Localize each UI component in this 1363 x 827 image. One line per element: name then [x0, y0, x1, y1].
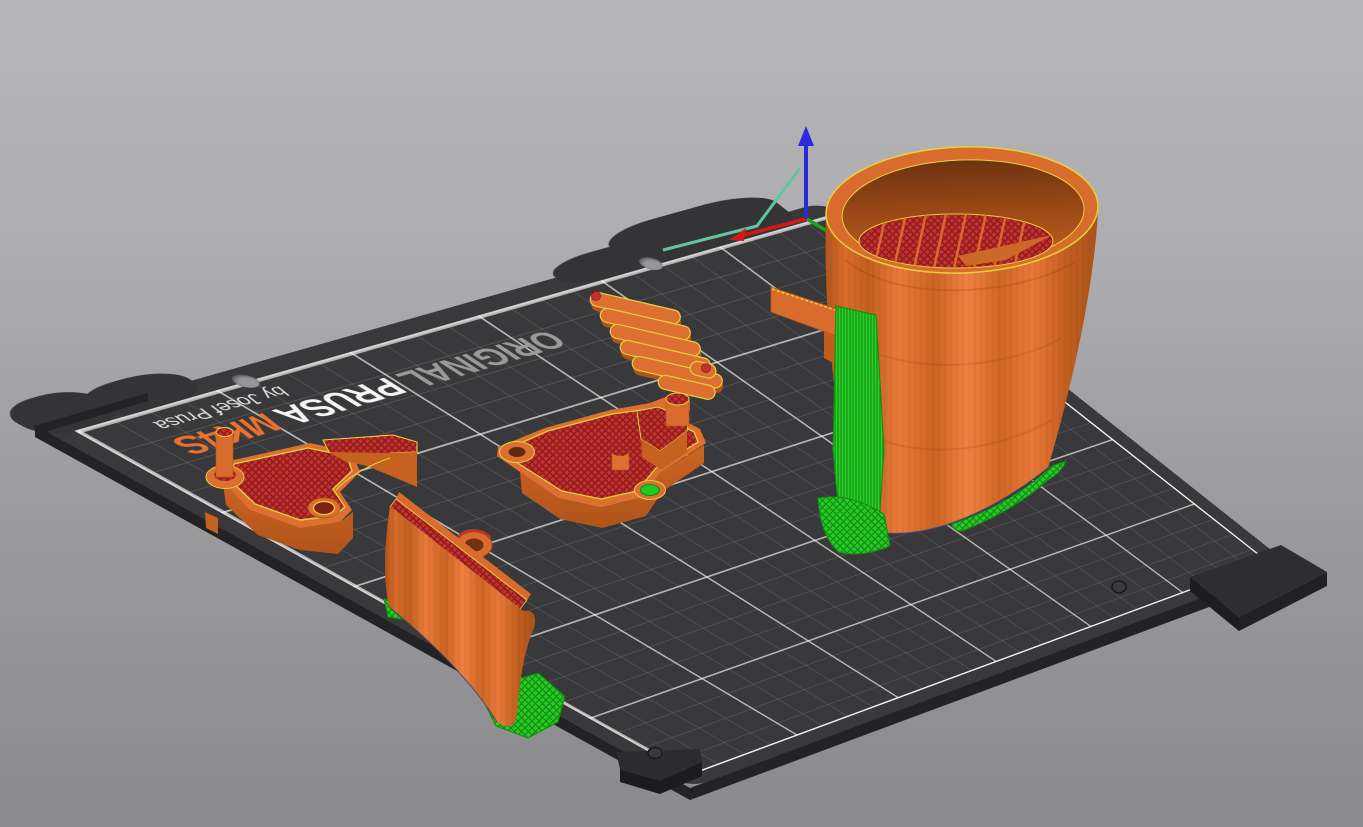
bed-tab-peg	[1112, 581, 1126, 593]
origin-axes	[663, 126, 814, 250]
slicer-3d-viewport[interactable]: ORIGINAL PRUSA MK4S by Josef Prusa	[0, 0, 1363, 827]
z-axis-arrowhead	[798, 126, 814, 146]
model-cup-with-supports[interactable]	[771, 142, 1100, 554]
seam-dot	[702, 364, 711, 373]
model-bracket-with-pin[interactable]	[205, 428, 417, 555]
model-vertical-plate[interactable]	[384, 492, 565, 738]
bracket-pin	[216, 431, 233, 477]
model-serpentine-spring[interactable]	[589, 291, 725, 401]
models-overlay	[0, 0, 1363, 827]
model-flat-bracket-plate[interactable]	[497, 393, 706, 528]
boss-top	[666, 393, 689, 405]
travel-line	[663, 168, 800, 250]
bed-tab-peg	[648, 748, 662, 759]
seam-dot	[592, 292, 601, 301]
